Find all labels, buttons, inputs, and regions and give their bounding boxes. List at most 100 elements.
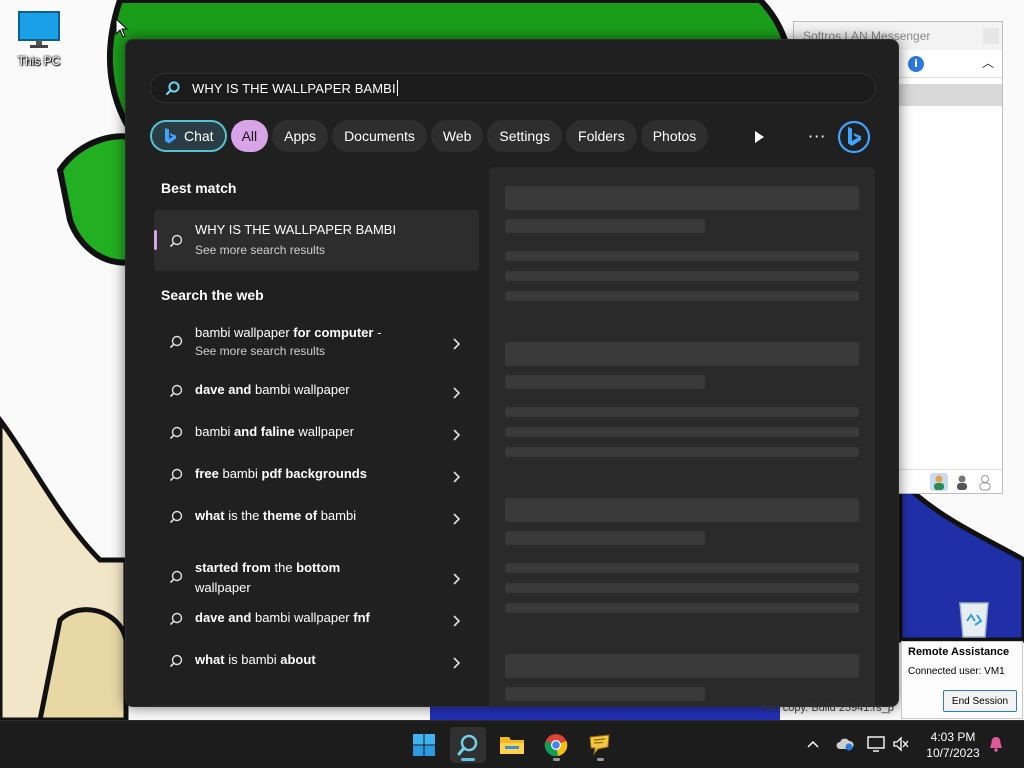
start-search-panel: WHY IS THE WALLPAPER BAMBI Chat All Apps… bbox=[125, 39, 899, 707]
running-indicator bbox=[597, 758, 604, 761]
taskbar-messenger[interactable] bbox=[582, 727, 618, 763]
web-result-text-part: theme of bbox=[262, 508, 318, 523]
taskbar-file-explorer[interactable] bbox=[494, 727, 530, 763]
search-web-heading: Search the web bbox=[161, 287, 264, 303]
messenger-close-button[interactable] bbox=[983, 28, 999, 44]
end-session-button[interactable]: End Session bbox=[943, 690, 1017, 712]
web-result-text-part: free bbox=[195, 466, 219, 481]
messenger-icon bbox=[589, 734, 610, 756]
web-result-text-part: what bbox=[195, 652, 225, 667]
web-result-item[interactable]: bambi wallpaper for computer - See more s… bbox=[154, 317, 479, 365]
filter-photos[interactable]: Photos bbox=[640, 120, 709, 152]
web-result-text: dave and bambi wallpaper fnf bbox=[195, 608, 370, 628]
web-result-text: started from the bottom wallpaper bbox=[195, 558, 340, 598]
notification-bell-icon[interactable] bbox=[987, 735, 1005, 753]
selection-accent bbox=[154, 230, 157, 250]
best-match-title: WHY IS THE WALLPAPER BAMBI bbox=[195, 222, 397, 237]
desktop-icon-this-pc[interactable]: This PC bbox=[9, 10, 69, 68]
user-offline-icon[interactable] bbox=[976, 473, 994, 491]
skeleton-bar bbox=[505, 447, 859, 457]
chevron-up-icon[interactable]: ︿ bbox=[982, 54, 994, 71]
skeleton-bar bbox=[505, 407, 859, 417]
user-away-icon[interactable] bbox=[953, 473, 971, 491]
web-result-text: bambi wallpaper for computer - bbox=[195, 323, 381, 343]
best-match-heading: Best match bbox=[161, 180, 237, 196]
clock-time: 4:03 PM bbox=[930, 730, 976, 744]
filter-documents-label: Documents bbox=[344, 128, 415, 144]
web-result-text-line2: wallpaper bbox=[195, 580, 251, 595]
chevron-right-icon[interactable] bbox=[451, 654, 461, 669]
web-result-text-part: pdf backgrounds bbox=[261, 466, 367, 481]
skeleton-bar bbox=[505, 563, 859, 573]
skeleton-bar bbox=[505, 271, 859, 281]
filter-folders-label: Folders bbox=[578, 128, 625, 144]
monitor-icon bbox=[18, 11, 60, 48]
chevron-up-icon[interactable] bbox=[804, 735, 822, 753]
remote-assistance-title: Remote Assistance bbox=[908, 646, 1010, 658]
web-result-text-part: is bambi bbox=[224, 652, 281, 667]
skeleton-bar bbox=[505, 583, 859, 593]
best-match-item[interactable]: WHY IS THE WALLPAPER BAMBI See more sear… bbox=[154, 210, 479, 271]
web-result-text-part: bottom bbox=[296, 560, 341, 575]
remote-assistance-user: Connected user: VM1 bbox=[908, 666, 1005, 677]
taskbar-start-button[interactable] bbox=[406, 727, 442, 763]
skeleton-bar bbox=[505, 654, 859, 678]
chevron-right-icon[interactable] bbox=[451, 570, 461, 585]
folder-icon bbox=[500, 737, 524, 754]
more-icon[interactable]: ··· bbox=[808, 127, 826, 146]
recycle-bin-icon[interactable] bbox=[955, 597, 993, 639]
filter-all[interactable]: All bbox=[230, 120, 269, 152]
web-result-item[interactable]: free bambi pdf backgrounds bbox=[154, 458, 479, 490]
skeleton-bar bbox=[505, 291, 859, 301]
web-result-text-part: the bbox=[270, 560, 297, 575]
filter-web[interactable]: Web bbox=[430, 120, 484, 152]
web-result-item[interactable]: what is bambi about bbox=[154, 644, 479, 676]
info-icon[interactable]: i bbox=[908, 56, 924, 72]
search-icon bbox=[169, 425, 183, 440]
web-result-item[interactable]: dave and bambi wallpaper bbox=[154, 374, 479, 406]
search-query-text: WHY IS THE WALLPAPER BAMBI bbox=[192, 80, 396, 96]
web-result-text-part: bambi bbox=[218, 466, 262, 481]
preview-pane-loading bbox=[489, 167, 875, 706]
chevron-right-icon[interactable] bbox=[451, 384, 461, 399]
chevron-right-icon[interactable] bbox=[451, 510, 461, 525]
skeleton-bar bbox=[505, 375, 705, 389]
filter-chat-label: Chat bbox=[184, 128, 214, 144]
taskbar-clock[interactable]: 4:03 PM 10/7/2023 bbox=[918, 729, 988, 761]
web-result-item[interactable]: what is the theme of bambi bbox=[154, 500, 479, 532]
search-input[interactable]: WHY IS THE WALLPAPER BAMBI bbox=[150, 73, 876, 103]
taskbar-search-button[interactable] bbox=[450, 727, 486, 763]
bing-icon[interactable] bbox=[837, 120, 871, 154]
filter-settings[interactable]: Settings bbox=[487, 120, 563, 152]
volume-muted-icon[interactable] bbox=[892, 735, 910, 753]
user-online-icon[interactable] bbox=[930, 473, 948, 491]
filter-chat[interactable]: Chat bbox=[150, 120, 227, 152]
bing-chat-icon bbox=[165, 128, 176, 144]
web-result-subtitle: See more search results bbox=[195, 344, 326, 358]
search-icon bbox=[169, 383, 183, 398]
web-result-item[interactable]: bambi and faline wallpaper bbox=[154, 416, 479, 448]
filter-documents[interactable]: Documents bbox=[332, 120, 427, 152]
remote-desktop-icon[interactable] bbox=[867, 735, 885, 753]
skeleton-bar bbox=[505, 531, 705, 545]
skeleton-bar bbox=[505, 498, 859, 522]
filter-apps[interactable]: Apps bbox=[272, 120, 329, 152]
filter-settings-label: Settings bbox=[499, 128, 551, 144]
chevron-right-icon[interactable] bbox=[451, 426, 461, 441]
filter-folders[interactable]: Folders bbox=[566, 120, 637, 152]
web-result-item[interactable]: dave and bambi wallpaper fnf bbox=[154, 602, 479, 634]
chevron-right-icon[interactable] bbox=[451, 612, 461, 627]
web-result-item[interactable]: started from the bottom wallpaper bbox=[154, 552, 479, 600]
cloud-icon[interactable] bbox=[836, 735, 854, 753]
skeleton-bar bbox=[505, 687, 705, 701]
skeleton-bar bbox=[505, 342, 859, 366]
skeleton-bar bbox=[505, 427, 859, 437]
taskbar-chrome[interactable] bbox=[538, 727, 574, 763]
play-icon[interactable] bbox=[753, 130, 765, 144]
web-result-text-part: bambi wallpaper bbox=[251, 382, 350, 397]
web-result-text-part: wallpaper bbox=[294, 424, 354, 439]
chevron-right-icon[interactable] bbox=[451, 335, 461, 350]
web-result-text-part: dave and bbox=[195, 610, 252, 625]
filter-photos-label: Photos bbox=[652, 128, 697, 144]
chevron-right-icon[interactable] bbox=[451, 468, 461, 483]
